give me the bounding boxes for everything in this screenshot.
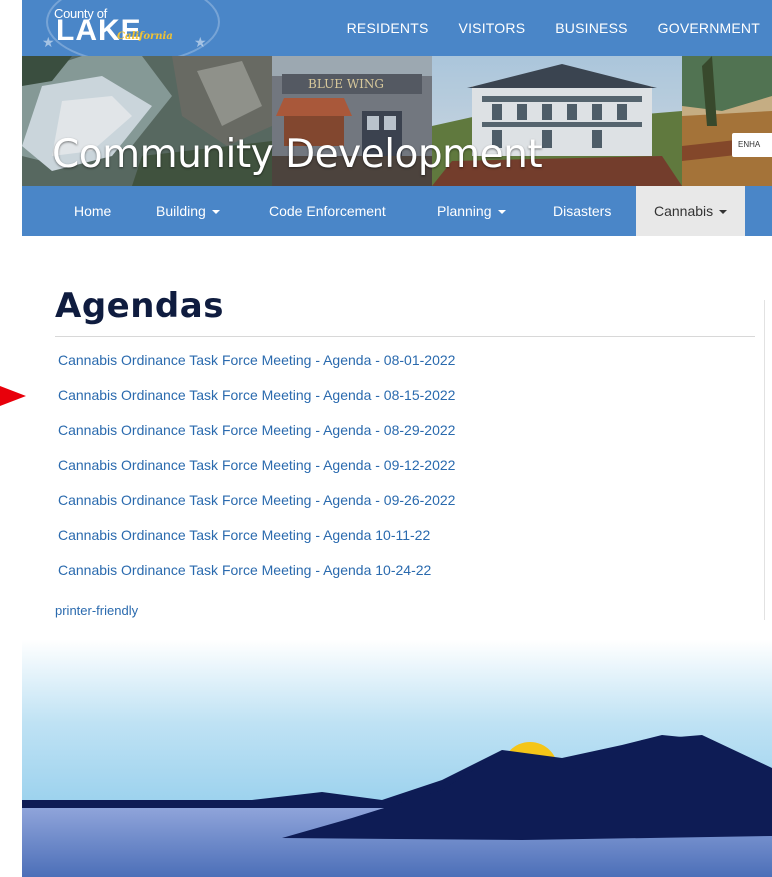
list-item: Cannabis Ordinance Task Force Meeting - … — [58, 562, 455, 597]
top-nav-residents[interactable]: RESIDENTS — [347, 20, 429, 36]
nav-item-label: Disasters — [553, 203, 612, 219]
agenda-link[interactable]: Cannabis Ordinance Task Force Meeting - … — [58, 457, 455, 473]
star-icon: ★ — [194, 34, 207, 50]
list-item: Cannabis Ordinance Task Force Meeting - … — [58, 352, 455, 387]
agenda-link[interactable]: Cannabis Ordinance Task Force Meeting - … — [58, 422, 455, 438]
nav-item-label: Planning — [437, 203, 492, 219]
top-nav-visitors[interactable]: VISITORS — [459, 20, 526, 36]
main-nav: Home Building Code Enforcement Planning … — [22, 186, 772, 236]
footer-landscape — [22, 640, 772, 877]
enhance-button[interactable]: ENHA — [732, 133, 772, 157]
star-icon: ★ — [42, 34, 55, 50]
caret-down-icon — [211, 210, 220, 215]
nav-item-planning[interactable]: Planning — [437, 186, 506, 236]
page-title: Agendas — [55, 286, 224, 326]
nav-item-label: Building — [156, 203, 206, 219]
nav-item-disasters[interactable]: Disasters — [553, 186, 611, 236]
top-nav-business[interactable]: BUSINESS — [555, 20, 627, 36]
agenda-list: Cannabis Ordinance Task Force Meeting - … — [58, 352, 455, 597]
top-bar: ★ ★ County of LAKE California RESIDENTS … — [22, 0, 772, 64]
top-nav-government[interactable]: GOVERNMENT — [658, 20, 760, 36]
list-item: Cannabis Ordinance Task Force Meeting - … — [58, 457, 455, 492]
county-logo[interactable]: ★ ★ County of LAKE California — [42, 0, 242, 64]
nav-item-home[interactable]: Home — [74, 186, 111, 236]
caret-down-icon — [719, 210, 728, 215]
nav-item-building[interactable]: Building — [156, 186, 220, 236]
red-arrow-icon — [0, 386, 26, 406]
header-banner: BLUE WING Community Development ENHA — [22, 56, 772, 186]
nav-item-cannabis[interactable]: Cannabis — [636, 186, 746, 236]
nav-item-label: Home — [74, 203, 112, 219]
caret-down-icon — [497, 210, 506, 215]
lake-sunset-illustration — [22, 640, 772, 877]
banner-title: Community Development — [52, 132, 543, 177]
printer-friendly-link[interactable]: printer-friendly — [55, 603, 138, 618]
list-item: Cannabis Ordinance Task Force Meeting - … — [58, 492, 455, 527]
agenda-link[interactable]: Cannabis Ordinance Task Force Meeting - … — [58, 387, 455, 403]
agenda-link[interactable]: Cannabis Ordinance Task Force Meeting - … — [58, 527, 430, 543]
nav-item-label: Code Enforcement — [269, 203, 386, 219]
top-nav: RESIDENTS VISITORS BUSINESS GOVERNMENT — [317, 0, 760, 56]
agenda-link[interactable]: Cannabis Ordinance Task Force Meeting - … — [58, 352, 455, 368]
nav-item-code-enforcement[interactable]: Code Enforcement — [269, 186, 386, 236]
list-item: Cannabis Ordinance Task Force Meeting - … — [58, 422, 455, 457]
title-divider — [55, 336, 755, 337]
nav-item-label: Cannabis — [654, 203, 714, 219]
list-item: Cannabis Ordinance Task Force Meeting - … — [58, 527, 455, 562]
agenda-link[interactable]: Cannabis Ordinance Task Force Meeting - … — [58, 562, 431, 578]
agenda-link[interactable]: Cannabis Ordinance Task Force Meeting - … — [58, 492, 455, 508]
list-item: Cannabis Ordinance Task Force Meeting - … — [58, 387, 455, 422]
logo-state-text: California — [117, 31, 173, 42]
sidebar-edge — [764, 300, 772, 620]
